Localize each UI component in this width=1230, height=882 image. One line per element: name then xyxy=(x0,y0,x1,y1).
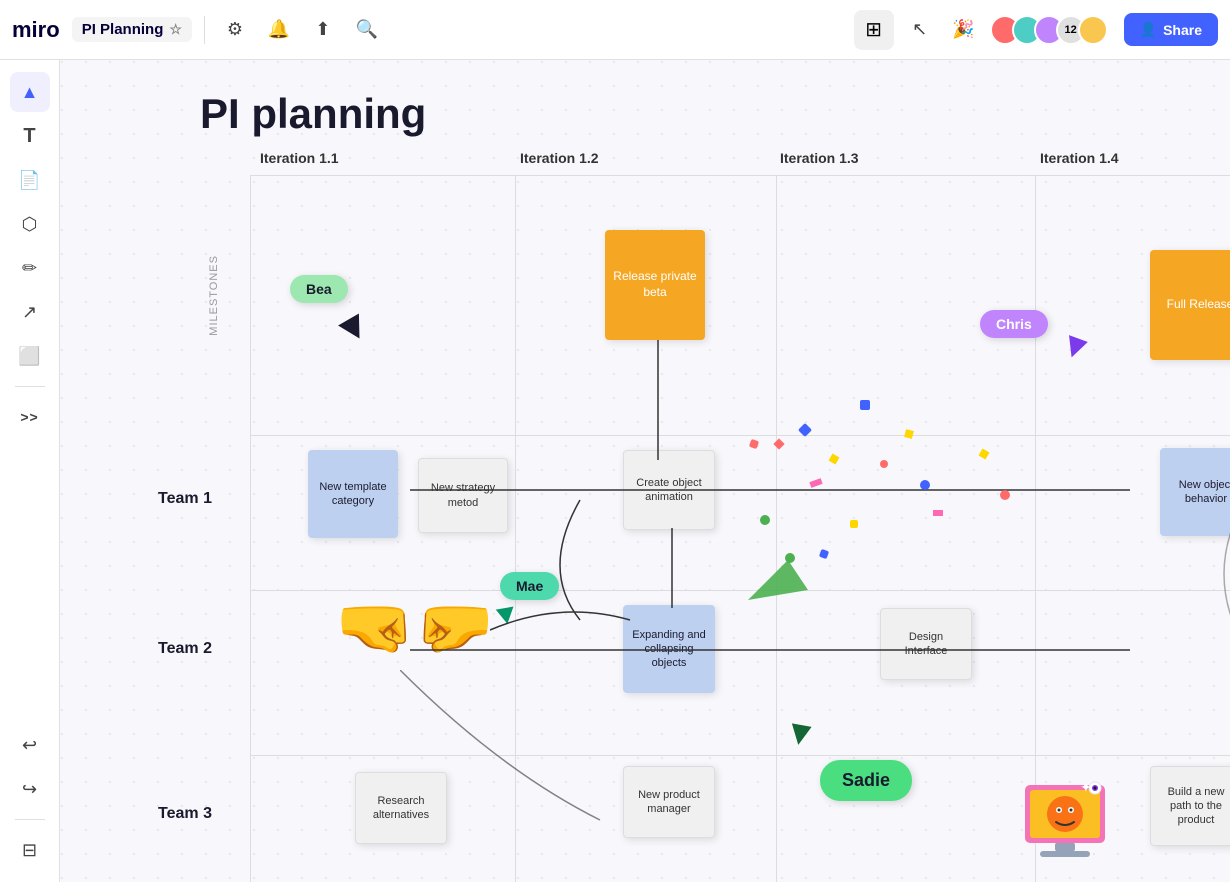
bea-arrow xyxy=(338,313,370,344)
vertical-connector-2 xyxy=(667,528,677,608)
panel-toggle-button[interactable]: ⊟ xyxy=(10,830,50,870)
confetti-7 xyxy=(904,429,914,439)
grid-hline-1 xyxy=(250,435,1230,436)
research-alternatives-sticky[interactable]: Research alternatives xyxy=(355,772,447,844)
confetti-14 xyxy=(1000,490,1010,500)
confetti-4 xyxy=(860,400,870,410)
frame-tool[interactable]: ⬜ xyxy=(10,336,50,376)
collaborators: 12 xyxy=(990,15,1108,45)
decorative-curves xyxy=(1160,510,1230,760)
avatar-4 xyxy=(1078,15,1108,45)
confetti-15 xyxy=(819,549,829,559)
favorite-icon[interactable]: ☆ xyxy=(169,21,182,38)
confetti-3 xyxy=(829,454,840,465)
new-product-manager-sticky[interactable]: New product manager xyxy=(623,766,715,838)
grid-hline-3 xyxy=(250,755,1230,756)
iteration-1-4-header: Iteration 1.4 xyxy=(1040,150,1119,166)
team-1-label: Team 1 xyxy=(120,490,250,508)
present-button[interactable]: 🎉 xyxy=(946,12,982,48)
svg-text:✦: ✦ xyxy=(1080,780,1092,795)
sticky-note-tool[interactable]: 📄 xyxy=(10,160,50,200)
chris-arrow xyxy=(1062,335,1088,361)
undo-button[interactable]: ↩ xyxy=(10,725,50,765)
more-tools-button[interactable]: >> xyxy=(10,397,50,437)
pen-tool[interactable]: ✏ xyxy=(10,248,50,288)
grid-vline-1 xyxy=(515,175,516,882)
logo[interactable]: miro xyxy=(12,17,60,43)
design-interface-sticky[interactable]: Design Interface xyxy=(880,608,972,680)
build-path-sticky[interactable]: Build a new path to the product xyxy=(1150,766,1230,846)
team-2-label: Team 2 xyxy=(120,640,250,658)
settings-button[interactable]: ⚙ xyxy=(217,12,253,48)
confetti-11 xyxy=(850,520,858,528)
party-popper xyxy=(738,530,818,615)
milestones-label: Milestones xyxy=(208,255,220,336)
chris-badge[interactable]: Chris xyxy=(980,310,1048,338)
confetti-1 xyxy=(749,439,759,449)
new-object-behavior-sticky[interactable]: New object behavior xyxy=(1160,448,1230,536)
confetti-5 xyxy=(880,460,888,468)
grid-vline-2 xyxy=(776,175,777,882)
iteration-1-2-header: Iteration 1.2 xyxy=(520,150,599,166)
grid-vline-0 xyxy=(250,175,251,882)
vertical-connector-1 xyxy=(653,340,663,460)
confetti-12 xyxy=(933,510,943,516)
grid-hline-top xyxy=(250,175,1230,176)
iteration-1-3-header: Iteration 1.3 xyxy=(780,150,859,166)
confetti-9 xyxy=(920,480,930,490)
iteration-1-1-header: Iteration 1.1 xyxy=(260,150,339,166)
cursor-mode-button[interactable]: ↖ xyxy=(902,12,938,48)
new-strategy-method-sticky[interactable]: New strategy metod xyxy=(418,458,508,533)
bea-badge[interactable]: Bea xyxy=(290,275,348,303)
notifications-button[interactable]: 🔔 xyxy=(261,12,297,48)
team1-connector-line xyxy=(410,480,1130,500)
hands-emoji: 🤜🤛 xyxy=(335,590,494,665)
arrow-tool[interactable]: ↗ xyxy=(10,292,50,332)
share-button[interactable]: 👤 Share xyxy=(1124,13,1218,46)
team2-connector-line xyxy=(410,640,1130,660)
apps-button[interactable]: ⊞ xyxy=(854,10,894,50)
redo-button[interactable]: ↪ xyxy=(10,769,50,809)
search-button[interactable]: 🔍 xyxy=(349,12,385,48)
new-template-category-sticky[interactable]: New template category xyxy=(308,450,398,538)
page-title: PI planning xyxy=(200,90,426,138)
team-3-label: Team 3 xyxy=(120,805,250,823)
avatar-group: 12 xyxy=(990,15,1108,45)
mae-badge[interactable]: Mae xyxy=(500,572,559,600)
full-release-sticky[interactable]: Full Release xyxy=(1150,250,1230,360)
cursor-tool[interactable]: ▲ xyxy=(10,72,50,112)
text-tool[interactable]: T xyxy=(10,116,50,156)
confetti-6 xyxy=(809,478,822,488)
create-object-animation-sticky[interactable]: Create object animation xyxy=(623,450,715,530)
confetti-8 xyxy=(760,515,770,525)
grid-vline-3 xyxy=(1035,175,1036,882)
shape-tool[interactable]: ⬡ xyxy=(10,204,50,244)
sadie-badge[interactable]: Sadie xyxy=(820,760,912,801)
upload-button[interactable]: ⬆ xyxy=(305,12,341,48)
sadie-arrow xyxy=(788,723,811,746)
computer-illustration: ✦ xyxy=(1010,780,1120,870)
release-private-beta-sticky[interactable]: Release private beta xyxy=(605,230,705,340)
curved-connector xyxy=(520,490,640,630)
mae-arrow xyxy=(496,607,517,626)
expanding-collapsing-sticky[interactable]: Expanding and collapsing objects xyxy=(623,605,715,693)
board-title[interactable]: PI Planning ☆ xyxy=(72,17,192,42)
confetti-13 xyxy=(979,449,990,460)
